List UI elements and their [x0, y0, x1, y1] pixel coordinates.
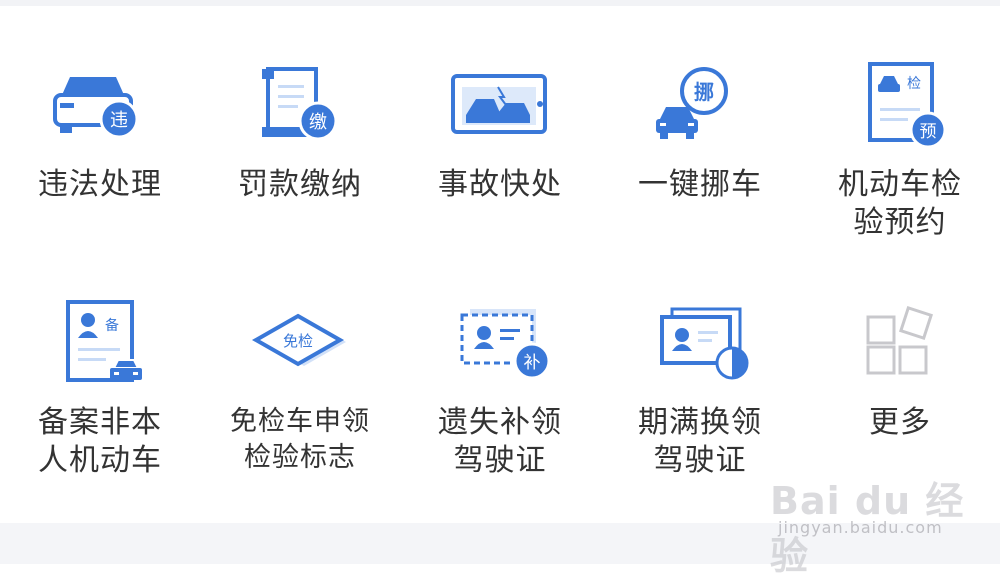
watermark-url: jingyan.baidu.com: [778, 518, 943, 537]
accident-photo-icon: [450, 60, 550, 150]
vehicle-inspection-appointment-icon: 检 预: [850, 60, 950, 150]
label-line: 遗失补领: [438, 405, 562, 440]
service-exempt-sticker[interactable]: 免检 免检车申领 检验标志: [200, 298, 400, 476]
svg-text:补: 补: [524, 353, 541, 373]
service-label: 期满换领 驾驶证: [638, 404, 762, 480]
label-line: 机动车检: [838, 167, 962, 202]
label-line: 免检车申领: [230, 406, 370, 437]
label-line: 期满换领: [638, 405, 762, 440]
service-move-car[interactable]: 挪 一键挪车: [600, 60, 800, 204]
vehicle-registration-record-icon: 备: [50, 298, 150, 388]
service-label: 备案非本 人机动车: [38, 404, 162, 480]
license-renewal-icon: [650, 298, 750, 388]
service-label: 一键挪车: [638, 166, 762, 204]
label-line: 备案非本: [38, 405, 162, 440]
svg-text:预: 预: [920, 122, 937, 142]
label-line: 人机动车: [38, 443, 162, 478]
more-grid-icon: [850, 298, 950, 388]
service-accident[interactable]: 事故快处: [400, 60, 600, 204]
service-more[interactable]: 更多: [800, 298, 1000, 442]
svg-text:备: 备: [105, 317, 119, 334]
svg-text:挪: 挪: [694, 80, 714, 104]
service-label: 机动车检 验预约: [838, 166, 962, 242]
label-line: 验预约: [853, 205, 947, 240]
label-line: 检验标志: [244, 442, 356, 473]
fine-payment-document-icon: 缴: [250, 60, 350, 150]
service-lost-license[interactable]: 补 遗失补领 驾驶证: [400, 298, 600, 480]
service-label: 免检车申领 检验标志: [230, 404, 370, 476]
label-line: 违法处理: [38, 167, 162, 202]
service-label: 事故快处: [438, 166, 562, 204]
label-line: 驾驶证: [453, 443, 547, 478]
service-violation[interactable]: 违 违法处理: [0, 60, 200, 204]
label-line: 更多: [869, 405, 931, 440]
service-label: 罚款缴纳: [238, 166, 362, 204]
service-fine-payment[interactable]: 缴 罚款缴纳: [200, 60, 400, 204]
service-license-renewal[interactable]: 期满换领 驾驶证: [600, 298, 800, 480]
label-line: 驾驶证: [653, 443, 747, 478]
baidu-jingyan-watermark: Bai du 经验 jingyan.baidu.com: [770, 458, 980, 578]
svg-text:免检: 免检: [283, 332, 313, 350]
service-record-vehicle[interactable]: 备 备案非本 人机动车: [0, 298, 200, 480]
lost-license-reissue-icon: 补: [450, 298, 550, 388]
svg-text:缴: 缴: [309, 112, 327, 133]
service-grid: 违 违法处理 缴 罚款缴纳 事故快处 挪 一键挪车 检 预 机动车检 验预约 备…: [0, 40, 1000, 520]
top-divider-band: [0, 0, 1000, 6]
service-label: 遗失补领 驾驶证: [438, 404, 562, 480]
move-car-icon: 挪: [650, 60, 750, 150]
violation-badge: 违: [110, 110, 128, 131]
label-line: 一键挪车: [638, 167, 762, 202]
label-line: 罚款缴纳: [238, 167, 362, 202]
service-label: 违法处理: [38, 166, 162, 204]
service-label: 更多: [869, 404, 931, 442]
service-inspection-appointment[interactable]: 检 预 机动车检 验预约: [800, 60, 1000, 242]
car-violation-icon: 违: [50, 60, 150, 150]
label-line: 事故快处: [438, 167, 562, 202]
svg-text:检: 检: [907, 76, 921, 92]
inspection-exempt-sticker-icon: 免检: [250, 298, 350, 388]
